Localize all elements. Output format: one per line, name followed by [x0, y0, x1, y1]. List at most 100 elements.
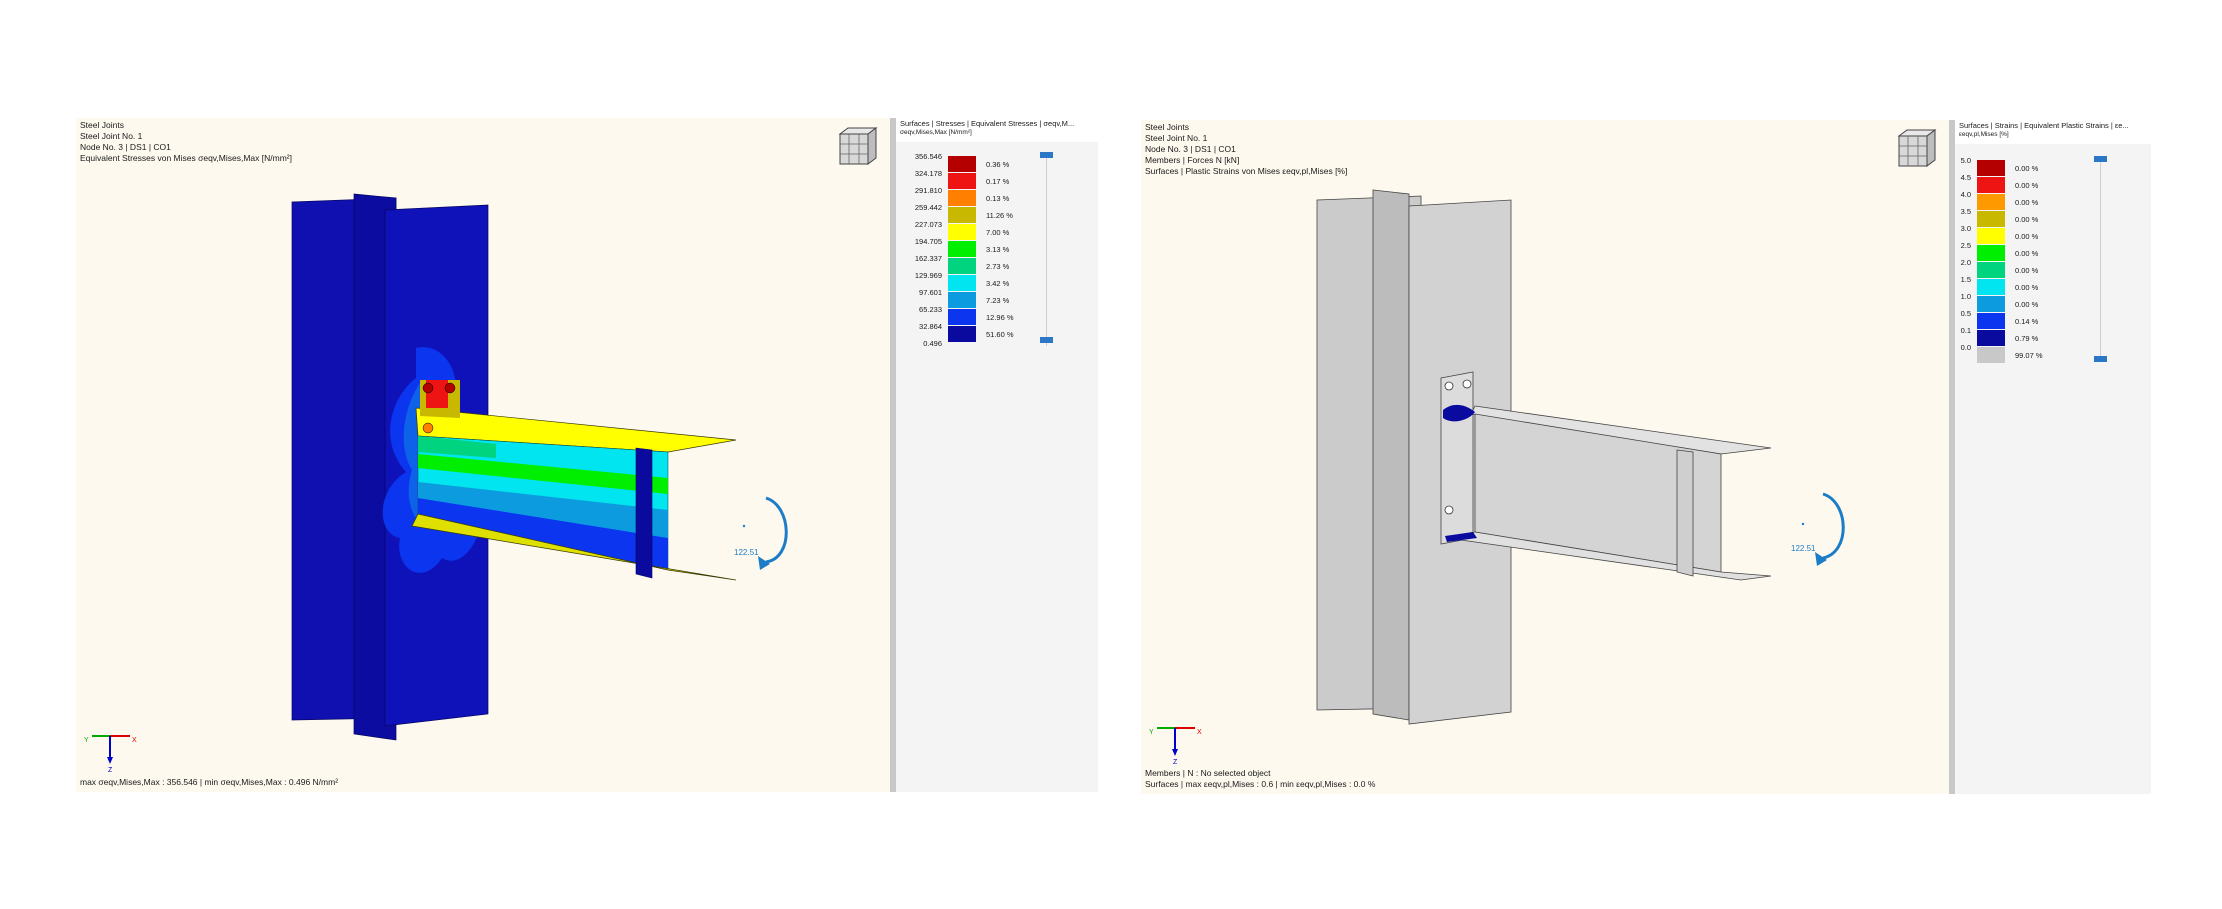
legend-min-value: 0.496 [923, 339, 942, 348]
legend-percent: 11.26 % [986, 211, 1013, 220]
legend-value: 162.337 [914, 254, 942, 263]
legend-min-handle[interactable] [2094, 356, 2107, 362]
legend-percent: 2.73 % [986, 262, 1010, 271]
stress-legend-panel: Surfaces | Stresses | Equivalent Stresse… [896, 118, 1098, 792]
axis-triad-icon [1157, 727, 1195, 756]
legend-swatch [1977, 194, 2005, 210]
legend-row: 4.5 0.00 % [1935, 173, 2075, 194]
legend-percent: 0.00 % [2015, 300, 2039, 309]
legend-row: 1.0 0.00 % [1935, 292, 2075, 313]
legend-percent: 12.96 % [986, 313, 1014, 322]
legend-max-handle[interactable] [1040, 152, 1053, 158]
info-line: Steel Joint No. 1 [80, 131, 143, 141]
legend-swatch [948, 207, 976, 223]
legend-subtitle: σeqv,Mises,Max [N/mm²] [900, 129, 972, 136]
legend-subtitle: εeqv,pl,Mises [%] [1959, 131, 2009, 138]
strain-info-block: Steel Joints Steel Joint No. 1 Node No. … [1145, 122, 1347, 177]
legend-swatch [1977, 313, 2005, 329]
legend-value: 194.705 [914, 237, 942, 246]
info-line: Node No. 3 | DS1 | CO1 [1145, 144, 1236, 154]
legend-swatch [948, 173, 976, 189]
stress-summary: max σeqv,Mises,Max : 356.546 | min σeqv,… [80, 777, 339, 787]
legend-value: 65.233 [919, 305, 942, 314]
legend-min-handle[interactable] [1040, 337, 1053, 343]
legend-value: 4.5 [1960, 173, 1971, 182]
stress-viewport[interactable]: Steel Joints Steel Joint No. 1 Node No. … [76, 118, 890, 792]
footer-line: Members | N : No selected object [1145, 768, 1271, 778]
legend-value: 97.601 [919, 288, 942, 297]
legend-row: 3.0 0.00 % [1935, 224, 2075, 245]
legend-percent: 7.00 % [986, 228, 1010, 237]
legend-percent: 0.00 % [2015, 266, 2039, 275]
legend-percent: 0.79 % [2015, 334, 2039, 343]
legend-swatch [1977, 160, 2005, 176]
legend-value: 0.0 [1960, 343, 1971, 352]
legend-swatch [1977, 245, 2005, 261]
legend-percent: 0.00 % [2015, 283, 2039, 292]
legend-row: 5.0 0.00 % [1935, 156, 2075, 177]
stress-info-block: Steel Joints Steel Joint No. 1 Node No. … [80, 120, 292, 164]
legend-value: 32.864 [919, 322, 942, 331]
info-line: Node No. 3 | DS1 | CO1 [80, 142, 171, 152]
strain-viewport[interactable]: Steel Joints Steel Joint No. 1 Node No. … [1141, 120, 1949, 794]
moment-value-label: 122.51 [734, 548, 759, 557]
axis-x-label: X [1197, 729, 1202, 736]
axis-y-label: Y [1149, 729, 1154, 736]
legend-swatch [948, 275, 976, 291]
legend-percent: 0.14 % [2015, 317, 2039, 326]
legend-swatch [1977, 262, 2005, 278]
legend-header: Surfaces | Strains | Equivalent Plastic … [1955, 120, 2151, 144]
legend-percent: 0.00 % [2015, 164, 2039, 173]
legend-header: Surfaces | Stresses | Equivalent Stresse… [896, 118, 1098, 142]
axis-y-label: Y [84, 737, 89, 744]
legend-swatch [948, 241, 976, 257]
axis-triad-icon [92, 735, 130, 764]
info-line: Surfaces | Plastic Strains von Mises εeq… [1145, 166, 1348, 176]
legend-percent: 51.60 % [986, 330, 1014, 339]
legend-percent: 3.13 % [986, 245, 1010, 254]
info-line: Members | Forces N [kN] [1145, 155, 1240, 165]
stress-model-render[interactable] [76, 118, 890, 792]
legend-swatch [1977, 211, 2005, 227]
legend-swatch [1977, 347, 2005, 363]
view-cube-icon[interactable] [1893, 128, 1939, 168]
strain-legend-panel: Surfaces | Strains | Equivalent Plastic … [1955, 120, 2151, 794]
legend-value: 129.969 [914, 271, 942, 280]
legend-percent: 0.00 % [2015, 232, 2039, 241]
legend-row: 0.0 99.07 % [1935, 343, 2075, 364]
info-line: Steel Joint No. 1 [1145, 133, 1208, 143]
legend-value: 4.0 [1960, 190, 1971, 199]
legend-value: 1.0 [1960, 292, 1971, 301]
legend-value: 259.442 [914, 203, 942, 212]
legend-swatch [948, 190, 976, 206]
legend-row: 2.5 0.00 % [1935, 241, 2075, 262]
legend-value: 356.546 [914, 152, 942, 161]
moment-value-label: 122.51 [1791, 544, 1816, 553]
legend-percent: 99.07 % [2015, 351, 2043, 360]
legend-title: Surfaces | Strains | Equivalent Plastic … [1959, 121, 2129, 130]
legend-percent: 0.00 % [2015, 198, 2039, 207]
info-line: Steel Joints [80, 120, 124, 130]
legend-row: 3.5 0.00 % [1935, 207, 2075, 228]
legend-row: 0.5 0.14 % [1935, 309, 2075, 330]
legend-swatch [1977, 296, 2005, 312]
axis-z-label: Z [1173, 759, 1178, 766]
legend-swatch [948, 156, 976, 172]
legend-percent: 7.23 % [986, 296, 1010, 305]
legend-row: 2.0 0.00 % [1935, 258, 2075, 279]
legend-percent: 0.17 % [986, 177, 1010, 186]
legend-swatch [1977, 228, 2005, 244]
legend-value: 2.5 [1960, 241, 1971, 250]
legend-percent: 3.42 % [986, 279, 1010, 288]
legend-max-handle[interactable] [2094, 156, 2107, 162]
legend-swatch [1977, 279, 2005, 295]
legend-row: 0.1 0.79 % [1935, 326, 2075, 347]
legend-scrollbar[interactable] [2100, 158, 2101, 362]
legend-swatch [1977, 330, 2005, 346]
strain-model-render[interactable] [1141, 120, 1949, 794]
legend-scrollbar[interactable] [1046, 154, 1047, 346]
view-cube-icon[interactable] [834, 126, 880, 166]
legend-swatch [948, 326, 976, 342]
legend-value: 1.5 [1960, 275, 1971, 284]
legend-swatch [948, 292, 976, 308]
